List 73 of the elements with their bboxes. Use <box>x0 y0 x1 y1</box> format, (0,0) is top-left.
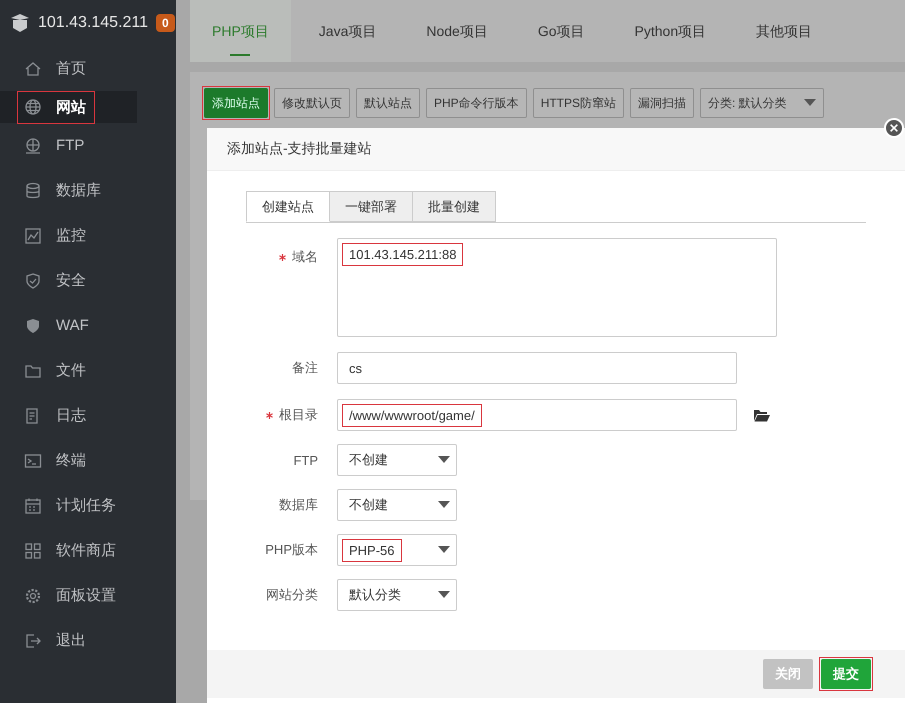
field-label: 备注 <box>292 359 318 377</box>
sidebar-item[interactable]: 退出 <box>0 618 176 663</box>
sidebar-item[interactable]: 首页 <box>0 46 176 91</box>
input-field[interactable]: cs <box>337 352 737 384</box>
field-label: 网站分类 <box>266 586 318 604</box>
grid-icon <box>24 542 42 560</box>
field-value: /www/wwwroot/game/ <box>342 404 482 426</box>
close-icon <box>889 123 899 133</box>
globe-icon <box>24 98 42 116</box>
field-value: 101.43.145.211:88 <box>342 243 464 266</box>
logout-icon <box>24 632 42 650</box>
caret-icon <box>438 456 450 464</box>
sidebar-item[interactable]: 终端 <box>0 438 176 483</box>
field-value: 不创建 <box>348 496 389 514</box>
project-tab[interactable]: Java项目 <box>296 0 398 62</box>
globe-icon <box>24 136 42 154</box>
sidebar-item[interactable]: 文件 <box>0 348 176 393</box>
folder-icon[interactable] <box>754 408 770 422</box>
sidebar-item[interactable]: 计划任务 <box>0 483 176 528</box>
sidebar-item[interactable]: FTP <box>0 123 176 168</box>
select-field[interactable]: PHP-56 <box>337 534 457 566</box>
terminal-icon <box>24 452 42 470</box>
field-value: 不创建 <box>348 451 389 469</box>
settings-icon <box>24 586 42 604</box>
sidebar-item[interactable]: 数据库 <box>0 168 176 213</box>
toolbar-button[interactable]: 修改默认页 <box>274 88 350 118</box>
sidebar-item[interactable]: 面板设置 <box>0 573 176 618</box>
input-field[interactable]: /www/wwwroot/game/ <box>337 399 737 431</box>
field-label: FTP <box>293 452 318 468</box>
shield-icon <box>24 272 42 290</box>
field-label: 根目录 <box>279 406 318 424</box>
select-field[interactable]: 默认分类 <box>337 579 457 611</box>
database-icon <box>24 182 42 200</box>
toolbar-button[interactable]: PHP命令行版本 <box>426 88 527 118</box>
domain-field[interactable]: 101.43.145.211:88 <box>337 238 777 337</box>
project-tab[interactable]: 其他项目 <box>734 0 834 62</box>
sidebar-item[interactable]: 软件商店 <box>0 528 176 573</box>
field-label: 数据库 <box>279 496 318 514</box>
dialog-tab[interactable]: 批量创建 <box>413 191 496 222</box>
field-label: 域名 <box>292 248 318 266</box>
toolbar-button[interactable]: HTTPS防窜站 <box>532 88 624 118</box>
home-icon <box>24 60 42 78</box>
shield-icon <box>24 316 42 334</box>
dialog-tab[interactable]: 一键部署 <box>330 191 413 222</box>
server-icon <box>10 13 30 33</box>
select-field[interactable]: 不创建 <box>337 489 457 521</box>
sidebar-item[interactable]: WAF <box>0 303 176 348</box>
chart-icon <box>24 226 42 244</box>
add-site-button[interactable]: 添加站点 <box>204 88 268 118</box>
field-value: 默认分类 <box>348 586 402 604</box>
calendar-icon <box>24 496 42 514</box>
sidebar-item[interactable]: 监控 <box>0 213 176 258</box>
project-tab[interactable]: Go项目 <box>516 0 607 62</box>
sidebar-item[interactable]: 安全 <box>0 258 176 303</box>
caret-icon <box>438 546 450 554</box>
field-label: PHP版本 <box>265 541 318 559</box>
dialog-tab[interactable]: 创建站点 <box>246 191 330 222</box>
toolbar-button[interactable]: 漏洞扫描 <box>630 88 694 118</box>
server-address: 101.43.145.211 <box>38 14 148 32</box>
field-value: cs <box>348 360 363 378</box>
notification-badge: 0 <box>156 14 175 32</box>
sidebar-item[interactable]: 网站 <box>0 91 137 123</box>
category-select[interactable]: 分类: 默认分类 <box>700 88 824 118</box>
dialog-title: 添加站点-支持批量建站 <box>227 140 372 158</box>
highlight-frame: 网站 <box>17 90 95 124</box>
caret-icon <box>804 99 816 107</box>
select-field[interactable]: 不创建 <box>337 444 457 476</box>
project-tab[interactable]: Node项目 <box>404 0 510 62</box>
field-value: PHP-56 <box>342 538 402 562</box>
toolbar-button[interactable]: 默认站点 <box>356 88 420 118</box>
caret-icon <box>438 591 450 599</box>
project-tab[interactable]: Python项目 <box>612 0 728 62</box>
sidebar-item[interactable]: 日志 <box>0 393 176 438</box>
